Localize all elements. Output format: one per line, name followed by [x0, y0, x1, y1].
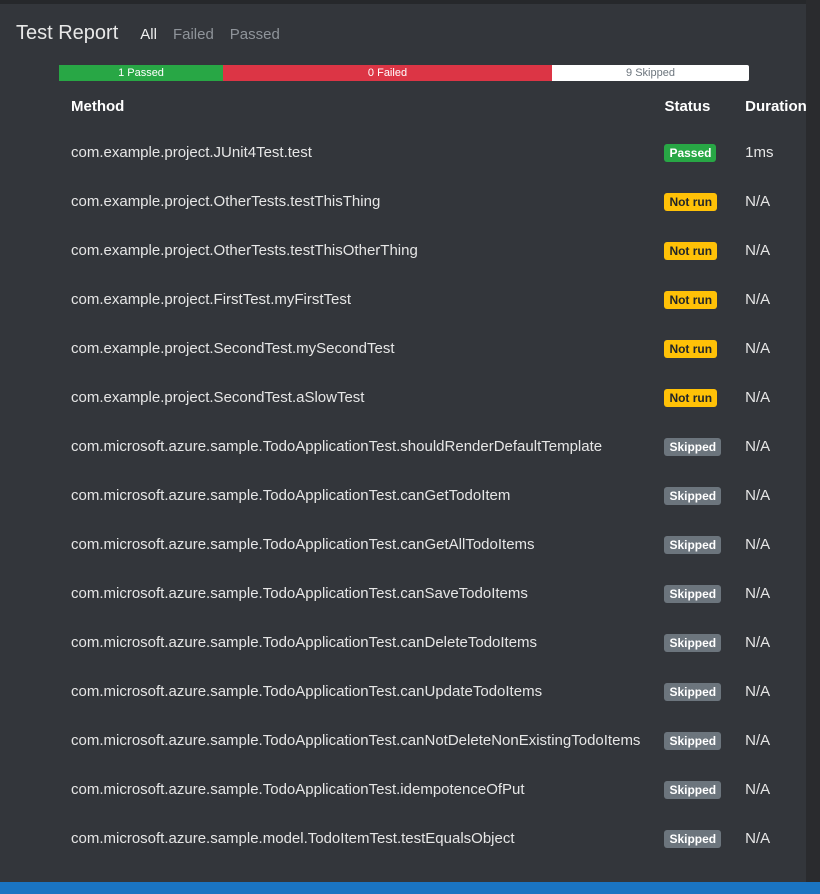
test-status-cell: Not run	[652, 275, 733, 324]
status-badge: Skipped	[664, 584, 722, 603]
results-table: Method Status Duration com.example.proje…	[59, 84, 806, 863]
results-table-body: com.example.project.JUnit4Test.test Passe…	[59, 128, 806, 863]
page-title: Test Report	[16, 22, 119, 44]
status-badge: Skipped	[664, 682, 722, 701]
filter-passed[interactable]: Passed	[230, 26, 280, 43]
test-duration: N/A	[745, 438, 771, 455]
test-status-cell: Skipped	[652, 422, 733, 471]
test-method-name: com.example.project.JUnit4Test.test	[71, 144, 312, 161]
summary-failed-segment: 0 Failed	[223, 65, 552, 81]
test-duration: N/A	[745, 585, 771, 602]
test-duration: N/A	[745, 781, 771, 798]
test-duration: N/A	[745, 732, 771, 749]
filter-all[interactable]: All	[140, 26, 157, 43]
table-row[interactable]: com.microsoft.azure.sample.TodoApplicati…	[59, 569, 806, 618]
table-row[interactable]: com.microsoft.azure.sample.TodoApplicati…	[59, 618, 806, 667]
test-duration: N/A	[745, 487, 771, 504]
summary-passed-segment: 1 Passed	[59, 65, 223, 81]
test-method-name: com.example.project.OtherTests.testThisT…	[71, 193, 381, 210]
table-header-row: Method Status Duration	[59, 84, 806, 128]
test-duration: N/A	[745, 291, 771, 308]
table-row[interactable]: com.microsoft.azure.sample.TodoApplicati…	[59, 471, 806, 520]
test-status-cell: Skipped	[652, 618, 733, 667]
test-method-name: com.microsoft.azure.sample.TodoApplicati…	[71, 781, 525, 798]
test-duration: N/A	[745, 634, 771, 651]
test-duration: N/A	[745, 242, 771, 259]
status-badge: Skipped	[664, 486, 722, 505]
test-method-name: com.microsoft.azure.sample.TodoApplicati…	[71, 536, 535, 553]
table-row[interactable]: com.microsoft.azure.sample.TodoApplicati…	[59, 422, 806, 471]
test-method-name: com.example.project.SecondTest.mySecondT…	[71, 340, 395, 357]
table-row[interactable]: com.example.project.SecondTest.aSlowTest…	[59, 373, 806, 422]
status-badge: Skipped	[664, 731, 722, 750]
test-status-cell: Not run	[652, 324, 733, 373]
test-method-name: com.microsoft.azure.sample.TodoApplicati…	[71, 634, 538, 651]
test-duration: 1ms	[745, 144, 774, 161]
column-header-duration: Duration	[745, 97, 806, 115]
test-duration: N/A	[745, 340, 771, 357]
summary-skipped-segment: 9 Skipped	[552, 65, 749, 81]
test-method-name: com.microsoft.azure.sample.TodoApplicati…	[71, 683, 543, 700]
table-row[interactable]: com.microsoft.azure.sample.TodoApplicati…	[59, 765, 806, 814]
column-header-status: Status	[664, 97, 711, 115]
filter-failed[interactable]: Failed	[173, 26, 214, 43]
test-duration: N/A	[745, 683, 771, 700]
test-method-name: com.example.project.OtherTests.testThisO…	[71, 242, 418, 259]
test-duration: N/A	[745, 536, 771, 553]
status-badge: Skipped	[664, 437, 722, 456]
test-status-cell: Skipped	[652, 814, 733, 863]
test-status-cell: Skipped	[652, 569, 733, 618]
test-status-cell: Skipped	[652, 667, 733, 716]
status-bar	[0, 882, 820, 894]
table-row[interactable]: com.microsoft.azure.sample.TodoApplicati…	[59, 716, 806, 765]
test-status-cell: Skipped	[652, 765, 733, 814]
table-row[interactable]: com.example.project.JUnit4Test.test Passe…	[59, 128, 806, 177]
test-duration: N/A	[745, 193, 771, 210]
status-badge: Skipped	[664, 535, 722, 554]
scrollbar-gutter[interactable]	[806, 0, 820, 882]
table-row[interactable]: com.example.project.FirstTest.myFirstTes…	[59, 275, 806, 324]
status-badge: Not run	[664, 290, 718, 309]
test-method-name: com.microsoft.azure.sample.TodoApplicati…	[71, 732, 641, 749]
status-badge: Not run	[664, 192, 718, 211]
test-method-name: com.microsoft.azure.sample.model.TodoIte…	[71, 830, 515, 847]
test-method-name: com.microsoft.azure.sample.TodoApplicati…	[71, 585, 528, 602]
test-status-cell: Not run	[652, 177, 733, 226]
test-status-cell: Passed	[652, 128, 733, 177]
test-method-name: com.microsoft.azure.sample.TodoApplicati…	[71, 487, 511, 504]
test-status-cell: Not run	[652, 373, 733, 422]
test-status-cell: Not run	[652, 226, 733, 275]
status-badge: Passed	[664, 143, 717, 162]
table-row[interactable]: com.microsoft.azure.sample.TodoApplicati…	[59, 520, 806, 569]
test-status-cell: Skipped	[652, 520, 733, 569]
test-duration: N/A	[745, 830, 771, 847]
summary-progress-bar: 1 Passed 0 Failed 9 Skipped	[59, 65, 749, 81]
app-window: Test Report All Failed Passed 1 Passed 0…	[0, 0, 820, 894]
status-badge: Skipped	[664, 633, 722, 652]
table-row[interactable]: com.microsoft.azure.sample.TodoApplicati…	[59, 667, 806, 716]
column-header-method: Method	[71, 97, 125, 115]
test-status-cell: Skipped	[652, 716, 733, 765]
table-row[interactable]: com.microsoft.azure.sample.model.TodoIte…	[59, 814, 806, 863]
table-row[interactable]: com.example.project.SecondTest.mySecondT…	[59, 324, 806, 373]
test-duration: N/A	[745, 389, 771, 406]
test-report-panel: Test Report All Failed Passed 1 Passed 0…	[0, 4, 806, 882]
table-row[interactable]: com.example.project.OtherTests.testThisO…	[59, 226, 806, 275]
test-method-name: com.example.project.FirstTest.myFirstTes…	[71, 291, 352, 308]
report-header: Test Report All Failed Passed	[16, 22, 296, 45]
table-row[interactable]: com.example.project.OtherTests.testThisT…	[59, 177, 806, 226]
status-badge: Not run	[664, 339, 718, 358]
status-badge: Not run	[664, 388, 718, 407]
status-badge: Skipped	[664, 829, 722, 848]
test-status-cell: Skipped	[652, 471, 733, 520]
status-badge: Not run	[664, 241, 718, 260]
test-method-name: com.microsoft.azure.sample.TodoApplicati…	[71, 438, 603, 455]
status-badge: Skipped	[664, 780, 722, 799]
test-method-name: com.example.project.SecondTest.aSlowTest	[71, 389, 365, 406]
